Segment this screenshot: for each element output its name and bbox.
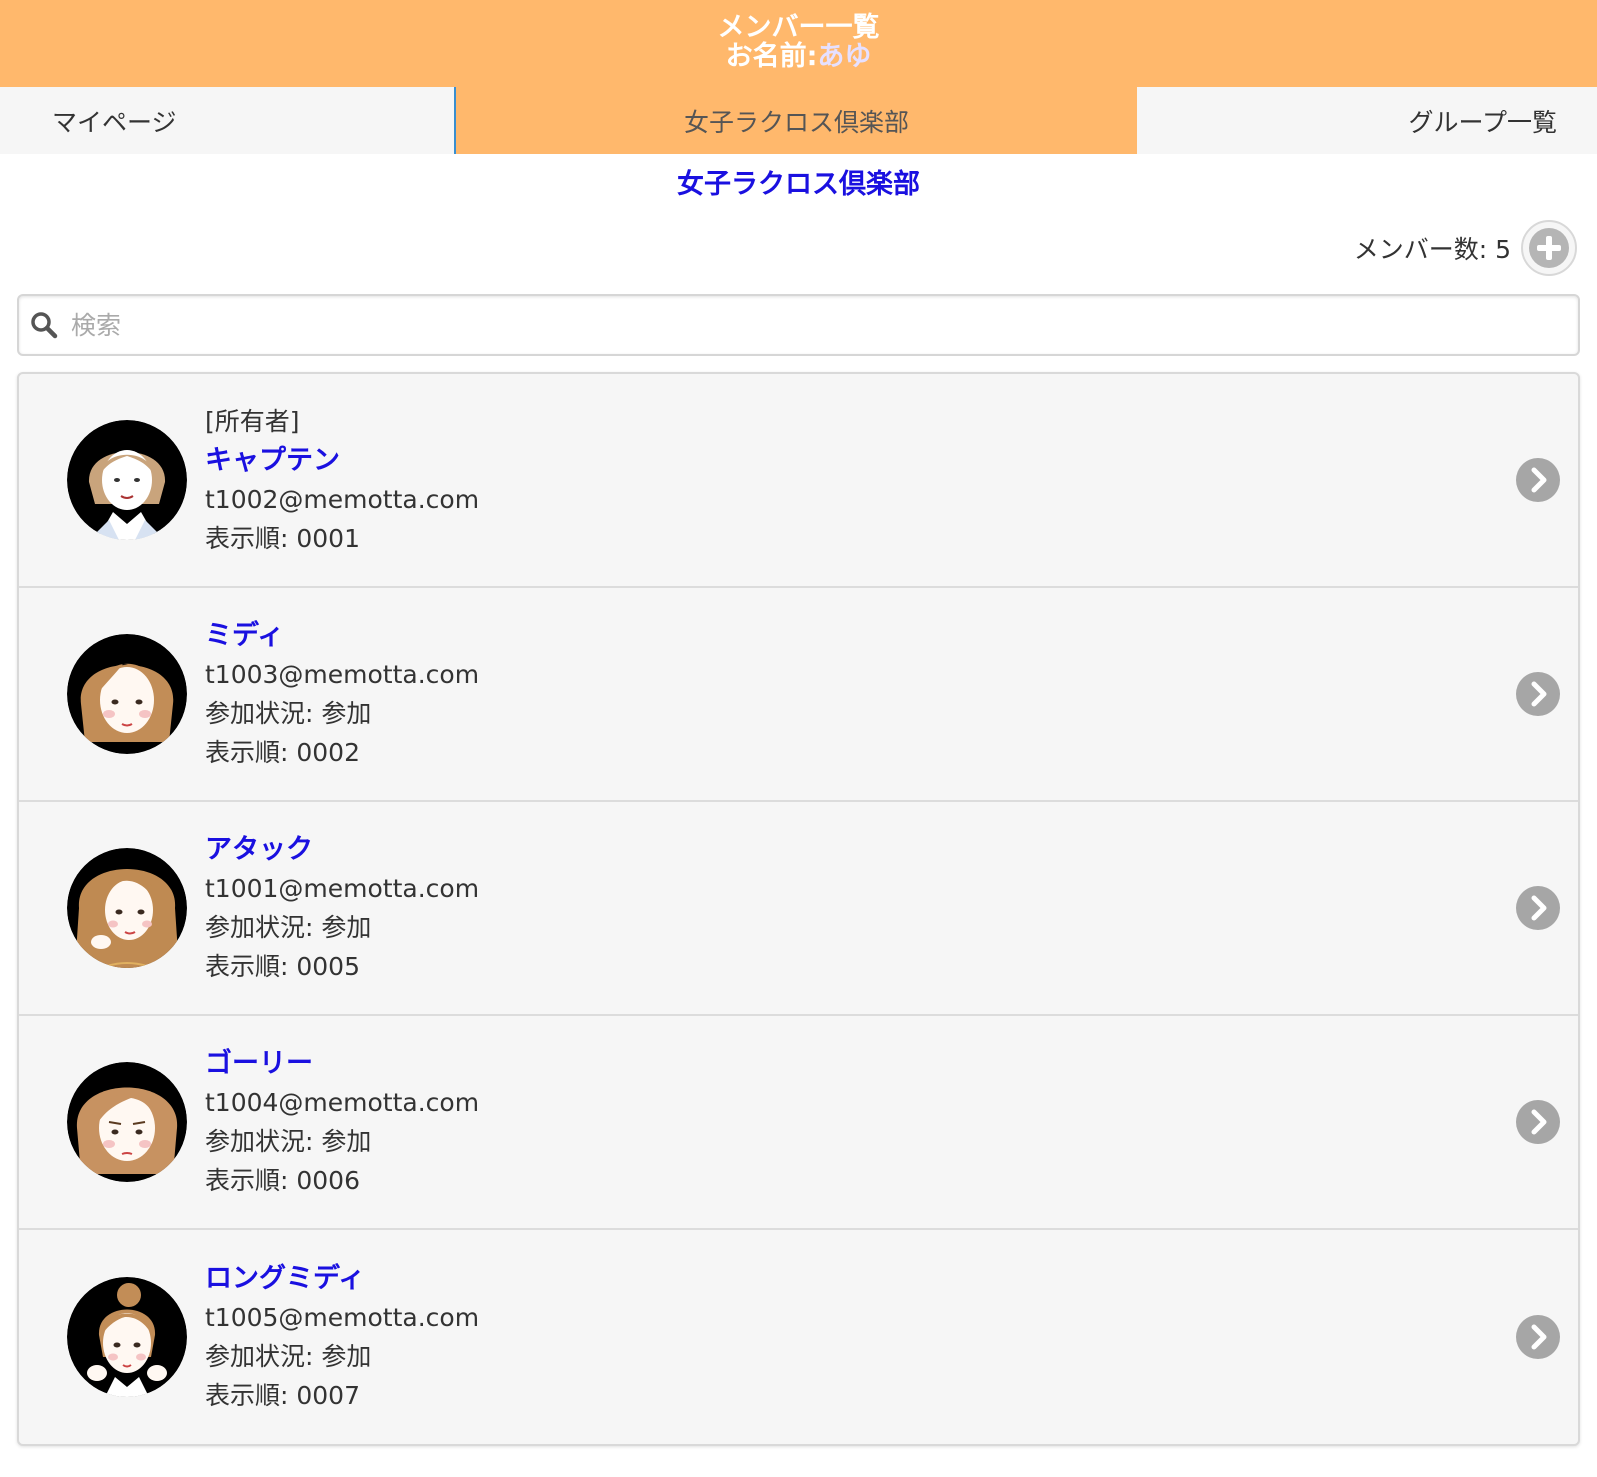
- member-status: 参加状況: 参加: [205, 913, 372, 942]
- member-role: [所有者]: [205, 407, 300, 436]
- avatar: [67, 1277, 187, 1397]
- member-row[interactable]: [所有者] キャプテン t1002@memotta.com 表示順: 0001: [19, 374, 1578, 588]
- chevron-right-icon[interactable]: [1516, 458, 1560, 502]
- avatar: [67, 848, 187, 968]
- member-status: 参加状況: 参加: [205, 1342, 372, 1371]
- member-info: アタック t1001@memotta.com 参加状況: 参加 表示順: 000…: [205, 830, 479, 986]
- member-order: 表示順: 0006: [205, 1166, 360, 1195]
- user-name-line: お名前:あゆ: [0, 42, 1597, 71]
- chevron-right-icon[interactable]: [1516, 672, 1560, 716]
- add-member-button[interactable]: [1521, 220, 1577, 276]
- member-email: t1005@memotta.com: [205, 1303, 480, 1332]
- member-row[interactable]: ミディ t1003@memotta.com 参加状況: 参加 表示順: 0002: [19, 588, 1578, 802]
- member-name[interactable]: キャプテン: [205, 441, 479, 480]
- member-info: [所有者] キャプテン t1002@memotta.com 表示順: 0001: [205, 402, 479, 558]
- member-order: 表示順: 0005: [205, 952, 360, 981]
- member-status: 参加状況: 参加: [205, 1127, 372, 1156]
- member-info: ミディ t1003@memotta.com 参加状況: 参加 表示順: 0002: [205, 616, 479, 772]
- member-email: t1003@memotta.com: [205, 660, 480, 689]
- plus-circle-icon: [1529, 228, 1569, 268]
- chevron-right-icon[interactable]: [1516, 1315, 1560, 1359]
- chevron-right-icon[interactable]: [1516, 1100, 1560, 1144]
- tab-group-list[interactable]: グループ一覧: [1137, 87, 1597, 154]
- search-icon: [31, 312, 58, 339]
- avatar: [67, 1062, 187, 1182]
- tab-group[interactable]: 女子ラクロス倶楽部: [456, 87, 1137, 154]
- member-list: [所有者] キャプテン t1002@memotta.com 表示順: 0001: [17, 372, 1580, 1446]
- search-input[interactable]: [69, 309, 1578, 341]
- member-row[interactable]: ロングミディ t1005@memotta.com 参加状況: 参加 表示順: 0…: [19, 1230, 1578, 1444]
- name-prefix: お名前:: [725, 41, 818, 72]
- member-count: メンバー数: 5: [1353, 235, 1511, 264]
- member-name[interactable]: ロングミディ: [205, 1259, 479, 1298]
- member-order: 表示順: 0002: [205, 738, 360, 767]
- chevron-right-icon[interactable]: [1516, 886, 1560, 930]
- member-name[interactable]: ミディ: [205, 616, 479, 655]
- member-row[interactable]: ゴーリー t1004@memotta.com 参加状況: 参加 表示順: 000…: [19, 1016, 1578, 1230]
- avatar: [67, 420, 187, 540]
- member-count-row: メンバー数: 5: [0, 216, 1597, 280]
- app-header: メンバー一覧 お名前:あゆ: [0, 0, 1597, 87]
- member-order: 表示順: 0001: [205, 524, 360, 553]
- member-email: t1004@memotta.com: [205, 1088, 480, 1117]
- member-name[interactable]: ゴーリー: [205, 1044, 479, 1083]
- tab-bar: マイページ 女子ラクロス倶楽部 グループ一覧: [0, 87, 1597, 154]
- page-title: メンバー一覧: [717, 12, 880, 43]
- member-info: ゴーリー t1004@memotta.com 参加状況: 参加 表示順: 000…: [205, 1044, 479, 1200]
- search-bar: [17, 294, 1580, 356]
- member-row[interactable]: アタック t1001@memotta.com 参加状況: 参加 表示順: 000…: [19, 802, 1578, 1016]
- member-status: 参加状況: 参加: [205, 699, 372, 728]
- group-title: 女子ラクロス倶楽部: [677, 169, 920, 200]
- member-name[interactable]: アタック: [205, 830, 479, 869]
- user-name: あゆ: [817, 41, 872, 72]
- tab-mypage[interactable]: マイページ: [0, 87, 456, 154]
- avatar: [67, 634, 187, 754]
- member-email: t1002@memotta.com: [205, 485, 480, 514]
- member-email: t1001@memotta.com: [205, 874, 480, 903]
- member-order: 表示順: 0007: [205, 1381, 360, 1410]
- member-info: ロングミディ t1005@memotta.com 参加状況: 参加 表示順: 0…: [205, 1259, 479, 1415]
